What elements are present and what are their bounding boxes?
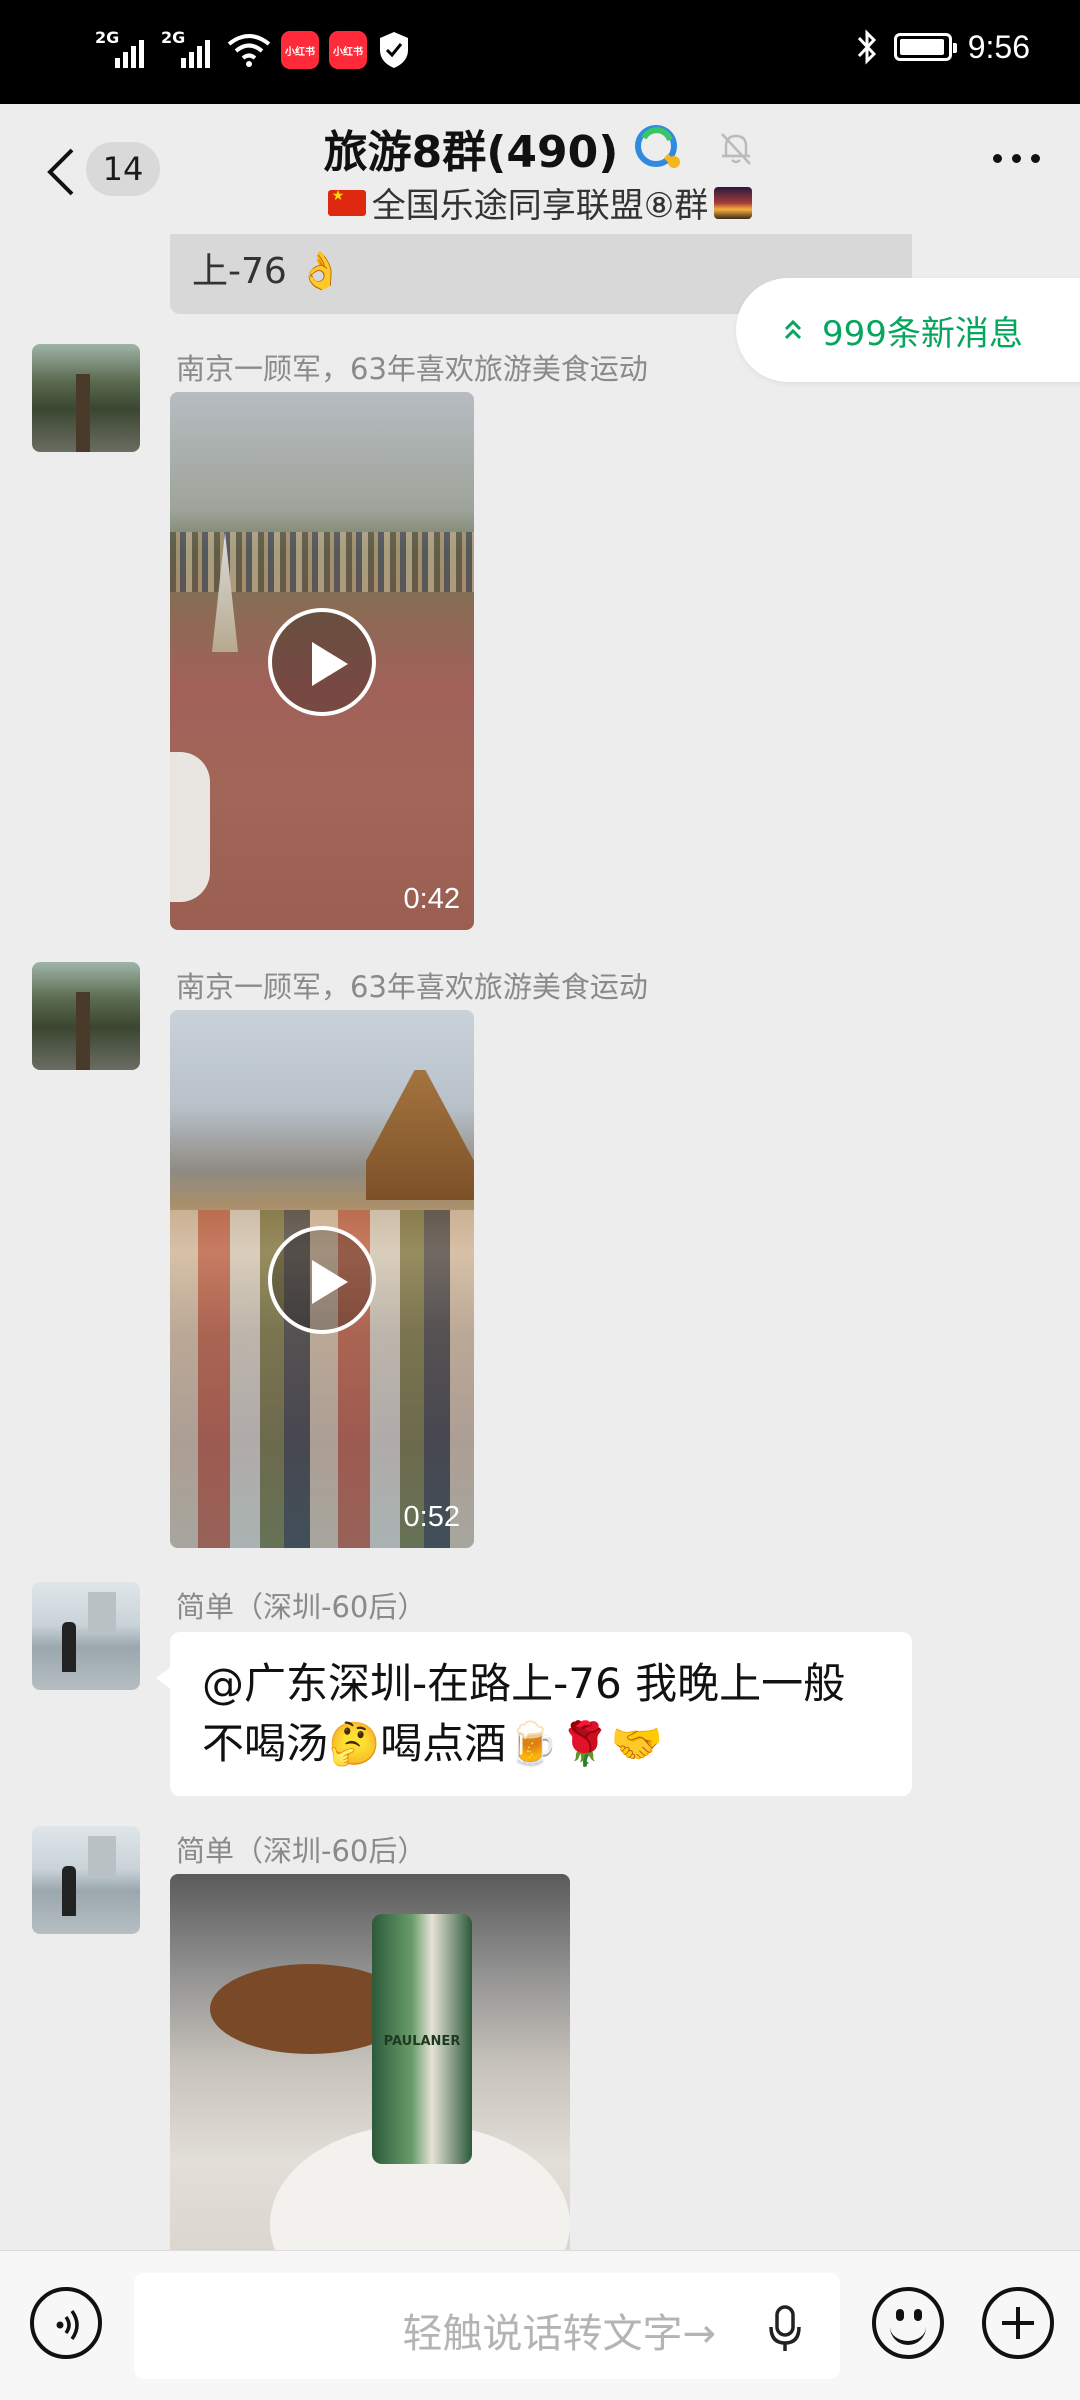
message-input[interactable]: 轻触说话转文字→ (134, 2273, 840, 2379)
signal-2-icon: 2G (161, 28, 217, 70)
xiaohongshu-badge-icon: 小红书 (281, 31, 319, 69)
avatar[interactable] (32, 1582, 140, 1690)
mute-bell-icon (721, 133, 752, 165)
clock: 9:56 (967, 28, 1030, 65)
xiaohongshu-badge-icon: 小红书 (329, 31, 367, 69)
double-chevron-up-icon (784, 319, 802, 340)
shield-icon (380, 32, 408, 68)
play-icon[interactable] (268, 608, 376, 716)
message-text: @广东深圳-在路上-76 我晚上一般不喝汤🤔喝点酒🍺🌹🤝 (202, 1659, 846, 1768)
text-message-bubble[interactable]: @广东深圳-在路上-76 我晚上一般不喝汤🤔喝点酒🍺🌹🤝 (156, 1632, 912, 1796)
group-subtitle: 全国乐途同享联盟⑧群 (371, 186, 709, 226)
chat-header: 14 旅游8群(490) 全国乐途同享联盟⑧群 (0, 104, 1080, 234)
status-bar: 2G 2G 小红书 小红书 9:56 (0, 0, 1080, 104)
sender-name: 南京一顾军，63年喜欢旅游美食运动 (176, 970, 648, 1004)
new-messages-label: 999条新消息 (822, 313, 1023, 354)
wifi-icon (227, 34, 271, 67)
group-title[interactable]: 旅游8群(490) (324, 116, 619, 180)
new-messages-jump-button[interactable]: 999条新消息 (736, 278, 1080, 382)
video-duration: 0:52 (403, 1501, 460, 1533)
more-actions-plus-button[interactable] (982, 2287, 1054, 2359)
video-message[interactable]: 0:42 (170, 392, 474, 930)
microphone-icon[interactable] (768, 2305, 802, 2353)
image-message[interactable] (170, 1874, 570, 2250)
voice-mode-button[interactable] (30, 2287, 102, 2359)
sender-name: 简单（深圳-60后） (176, 1590, 427, 1624)
input-bar: 轻触说话转文字→ (0, 2250, 1080, 2400)
sender-name: 简单（深圳-60后） (176, 1834, 427, 1868)
sunset-icon (714, 186, 753, 219)
video-duration: 0:42 (403, 883, 460, 915)
message-list[interactable]: 上-76 👌 999条新消息 南京一顾军，63年喜欢旅游美食运动 0:42 南京… (0, 234, 1080, 2250)
video-message[interactable]: 0:52 (170, 1010, 474, 1548)
voice-wave-icon (56, 2309, 79, 2341)
more-options-icon[interactable] (993, 154, 1040, 163)
china-flag-icon (327, 188, 366, 216)
avatar[interactable] (32, 344, 140, 452)
battery-icon (893, 33, 957, 61)
avatar[interactable] (32, 962, 140, 1070)
sender-name: 南京一顾军，63年喜欢旅游美食运动 (176, 352, 648, 386)
emoji-button[interactable] (872, 2287, 944, 2359)
group-chat-icon (635, 125, 681, 169)
input-placeholder: 轻触说话转文字→ (402, 2311, 716, 2357)
avatar[interactable] (32, 1826, 140, 1934)
previous-message-text: 上-76 👌 (192, 251, 344, 292)
signal-1-icon: 2G (95, 28, 151, 70)
play-icon[interactable] (268, 1226, 376, 1334)
bluetooth-icon (857, 29, 876, 65)
